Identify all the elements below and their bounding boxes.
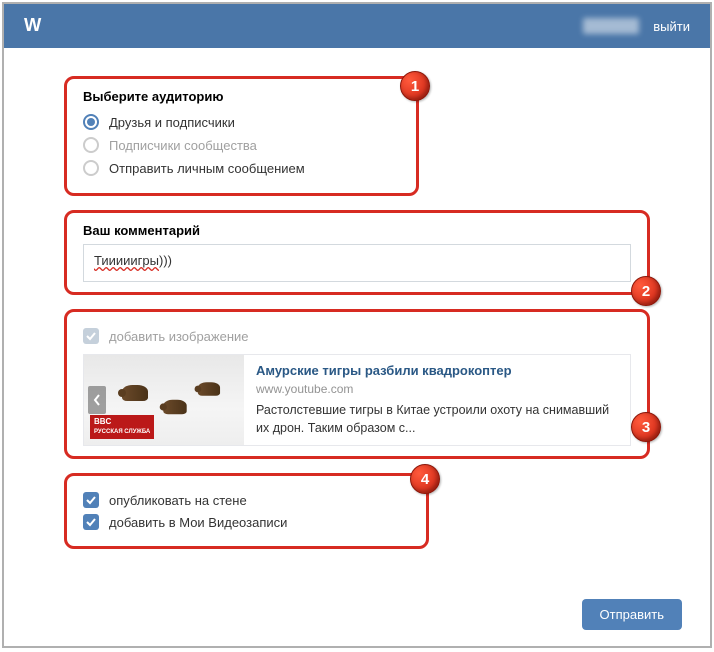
audience-section: 1 Выберите аудиторию Друзья и подписчики… xyxy=(64,76,419,196)
radio-icon xyxy=(83,160,99,176)
annotation-badge-3: 3 xyxy=(631,412,661,442)
bbc-badge: BBCРУССКАЯ СЛУЖБА xyxy=(90,415,154,439)
add-image-checkbox-row: добавить изображение xyxy=(83,328,631,344)
add-my-videos-label: добавить в Мои Видеозаписи xyxy=(109,515,287,530)
annotation-badge-1: 1 xyxy=(400,71,430,101)
add-image-label: добавить изображение xyxy=(109,329,249,344)
user-name-blurred xyxy=(583,18,639,34)
link-preview[interactable]: BBCРУССКАЯ СЛУЖБА Амурские тигры разбили… xyxy=(83,354,631,446)
comment-input[interactable]: Тииииигры))) xyxy=(83,244,631,282)
svg-text:W: W xyxy=(24,14,42,35)
logout-link[interactable]: выйти xyxy=(653,19,690,34)
app-header: W выйти xyxy=(4,4,710,48)
comment-label: Ваш комментарий xyxy=(83,223,631,238)
radio-community-subscribers: Подписчики сообщества xyxy=(83,137,400,153)
preview-domain: www.youtube.com xyxy=(256,382,618,396)
radio-icon xyxy=(83,137,99,153)
send-button[interactable]: Отправить xyxy=(582,599,682,630)
radio-label: Отправить личным сообщением xyxy=(109,161,305,176)
radio-send-private[interactable]: Отправить личным сообщением xyxy=(83,160,400,176)
checkbox-checked-icon xyxy=(83,492,99,508)
annotation-badge-2: 2 xyxy=(631,276,661,306)
publish-options-section: 4 опубликовать на стене добавить в Мои В… xyxy=(64,473,429,549)
radio-label: Друзья и подписчики xyxy=(109,115,235,130)
annotation-badge-4: 4 xyxy=(410,464,440,494)
preview-thumbnail: BBCРУССКАЯ СЛУЖБА xyxy=(84,355,244,445)
attachment-section: 3 добавить изображение xyxy=(64,309,650,459)
audience-title: Выберите аудиторию xyxy=(83,89,400,104)
preview-description: Растолстевшие тигры в Китае устроили охо… xyxy=(256,402,618,437)
checkbox-checked-icon xyxy=(83,514,99,530)
publish-wall-checkbox-row[interactable]: опубликовать на стене xyxy=(83,492,410,508)
preview-title: Амурские тигры разбили квадрокоптер xyxy=(256,363,618,378)
prev-image-arrow[interactable] xyxy=(88,386,106,414)
publish-wall-label: опубликовать на стене xyxy=(109,493,247,508)
radio-friends-subscribers[interactable]: Друзья и подписчики xyxy=(83,114,400,130)
comment-section: 2 Ваш комментарий Тииииигры))) xyxy=(64,210,650,295)
radio-label: Подписчики сообщества xyxy=(109,138,257,153)
radio-icon xyxy=(83,114,99,130)
checkbox-checked-icon xyxy=(83,328,99,344)
add-my-videos-checkbox-row[interactable]: добавить в Мои Видеозаписи xyxy=(83,514,410,530)
vk-logo[interactable]: W xyxy=(24,11,54,41)
